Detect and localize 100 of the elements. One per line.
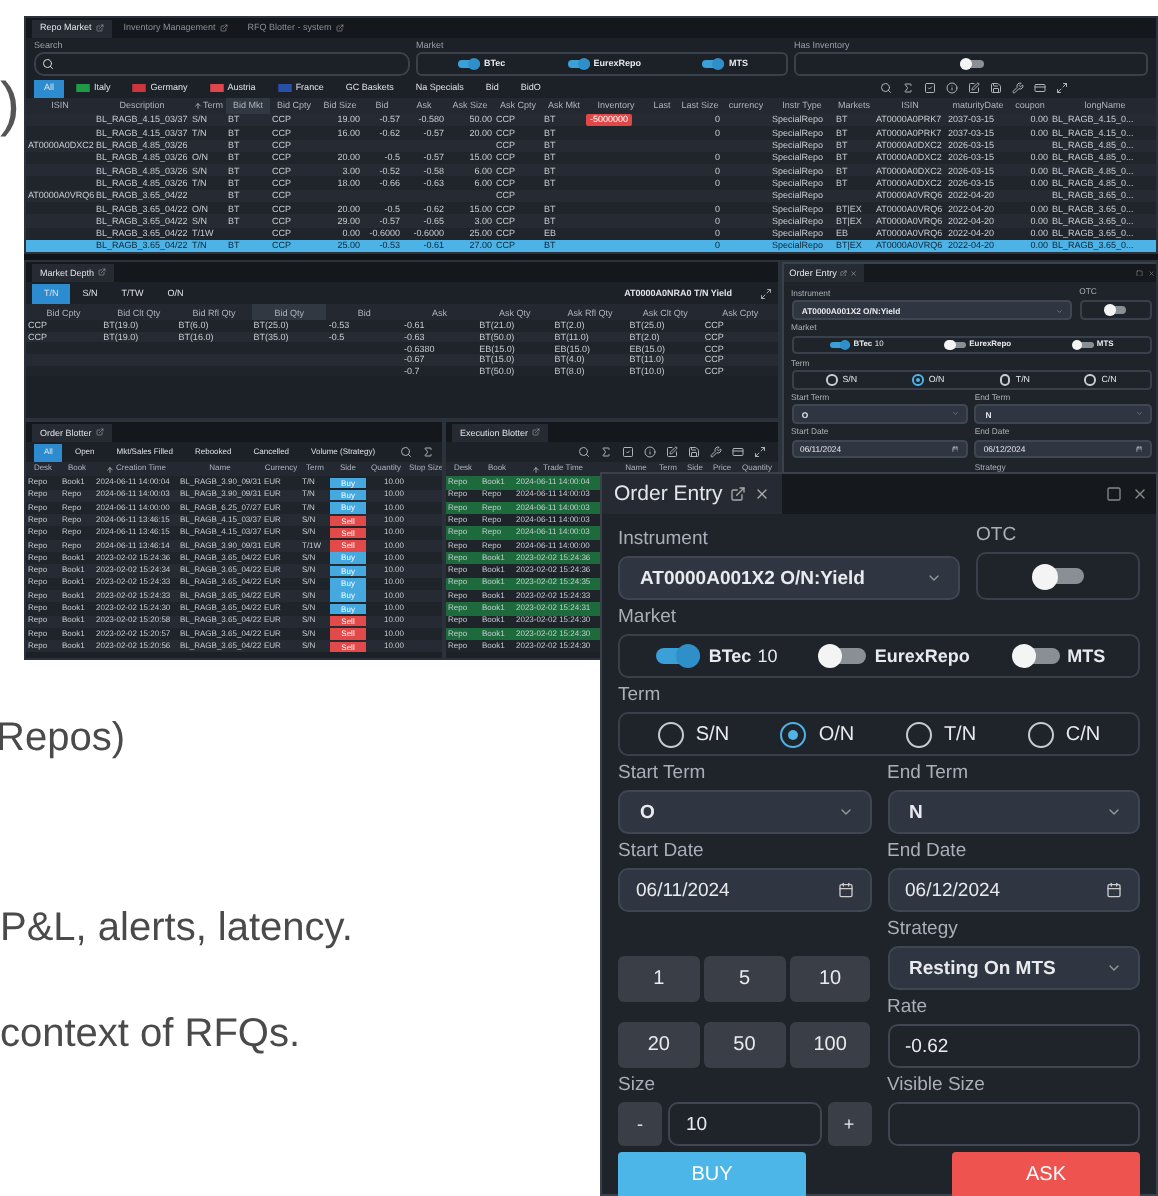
page-text: context of RFQs. xyxy=(0,1012,301,1058)
caret-icon xyxy=(1106,960,1122,976)
pop-out-icon[interactable] xyxy=(98,268,107,277)
card-icon[interactable] xyxy=(732,446,744,459)
wrench-icon[interactable] xyxy=(710,446,722,459)
field-label: Strategy xyxy=(887,918,958,940)
save-icon[interactable] xyxy=(990,82,1002,94)
radio-button[interactable] xyxy=(911,374,924,386)
toggle-switch[interactable] xyxy=(944,339,966,351)
radio-label: O/N xyxy=(818,723,855,745)
field-label: Rate xyxy=(887,996,928,1018)
caret-icon xyxy=(1106,804,1122,820)
radio-label: C/N xyxy=(1065,723,1101,745)
edit-icon[interactable] xyxy=(968,82,980,94)
info-icon[interactable] xyxy=(644,446,656,459)
radio-button[interactable] xyxy=(999,374,1011,386)
decrement-button[interactable]: - xyxy=(618,1102,662,1146)
sigma-icon[interactable] xyxy=(422,446,434,459)
panel-tab[interactable]: Order Entry xyxy=(602,474,783,514)
sort-arrow-icon xyxy=(532,465,541,474)
field-label: Instrument xyxy=(618,528,708,550)
quick-size-button[interactable]: 20 xyxy=(618,1022,700,1068)
toggle-switch[interactable] xyxy=(700,58,725,71)
strategy-select[interactable]: Resting On MTS xyxy=(887,946,1140,990)
quick-size-button[interactable]: 1 xyxy=(618,956,700,1002)
field-label: Start Term xyxy=(618,762,706,784)
radio-button[interactable] xyxy=(1084,374,1097,386)
end-term-select[interactable]: N xyxy=(887,790,1140,834)
checkbox-icon[interactable] xyxy=(622,446,634,459)
toggle-switch[interactable] xyxy=(652,644,701,668)
radio-button[interactable] xyxy=(905,721,932,747)
instrument-select[interactable]: AT0000A001X2 O/N:Yield xyxy=(618,556,960,600)
toggle-switch[interactable] xyxy=(959,58,983,71)
toggle-switch[interactable] xyxy=(1032,563,1084,589)
pop-out-icon[interactable] xyxy=(219,24,228,32)
toggle-switch[interactable] xyxy=(456,58,480,71)
search-icon[interactable] xyxy=(400,446,412,459)
radio-button[interactable] xyxy=(1027,721,1054,747)
field-label: End Term xyxy=(887,762,968,784)
search-field[interactable] xyxy=(34,52,410,76)
info-icon[interactable] xyxy=(946,82,958,94)
search-icon[interactable] xyxy=(880,82,892,94)
toggle-switch[interactable] xyxy=(828,339,850,351)
page-text: P&L, alerts, latency. xyxy=(0,906,353,952)
field-label: Market xyxy=(618,606,677,628)
quick-size-button[interactable]: 10 xyxy=(789,956,871,1002)
visible-size-field[interactable] xyxy=(887,1102,1140,1146)
toggle-switch[interactable] xyxy=(1072,339,1094,351)
save-icon[interactable] xyxy=(688,446,700,459)
sigma-icon[interactable] xyxy=(600,446,612,459)
quick-size-button[interactable]: 50 xyxy=(703,1022,786,1068)
pop-out-icon[interactable] xyxy=(95,428,104,437)
page-text: ) xyxy=(0,76,22,136)
toggle-switch[interactable] xyxy=(818,644,867,668)
toggle-label: EurexRepo xyxy=(874,646,970,666)
radio-label: S/N xyxy=(695,723,730,745)
close-icon[interactable] xyxy=(754,486,771,502)
field-label: Term xyxy=(618,684,661,706)
page-text: Repos) xyxy=(0,716,125,762)
sigma-icon[interactable] xyxy=(902,82,914,94)
radio-button[interactable] xyxy=(780,721,807,747)
card-icon[interactable] xyxy=(1034,82,1046,94)
calendar-icon[interactable] xyxy=(1106,882,1122,898)
radio-label: T/N xyxy=(943,723,977,745)
wrench-icon[interactable] xyxy=(1012,82,1024,94)
pop-out-icon[interactable] xyxy=(335,24,344,32)
start-date-field[interactable]: 06/11/2024 xyxy=(618,868,871,912)
toggle-label: MTS xyxy=(1067,646,1106,666)
quick-size-button[interactable]: 5 xyxy=(703,956,786,1002)
sort-arrow-icon xyxy=(106,465,115,474)
toggle-switch[interactable] xyxy=(1103,303,1127,316)
search-icon xyxy=(42,58,54,71)
increment-button[interactable]: + xyxy=(827,1102,871,1146)
size-field[interactable]: 10 xyxy=(668,1102,821,1146)
close-icon[interactable] xyxy=(1132,486,1148,502)
radio-button[interactable] xyxy=(825,374,838,386)
rate-field[interactable]: -0.62 xyxy=(887,1024,1140,1068)
field-label: Size xyxy=(618,1074,655,1096)
toggle-label: BTec xyxy=(708,646,752,666)
search-icon[interactable] xyxy=(578,446,590,459)
sort-arrow-icon xyxy=(193,102,201,110)
toggle-switch[interactable] xyxy=(1011,644,1060,668)
toggle-switch[interactable] xyxy=(565,58,590,71)
start-term-select[interactable]: O xyxy=(618,790,871,834)
edit-icon[interactable] xyxy=(666,446,678,459)
caret-icon xyxy=(926,570,942,586)
quick-size-button[interactable]: 100 xyxy=(789,1022,871,1068)
field-label: End Date xyxy=(887,840,967,862)
radio-button[interactable] xyxy=(657,721,684,747)
field-label: Start Date xyxy=(618,840,704,862)
caret-icon xyxy=(837,804,853,820)
end-date-field[interactable]: 06/12/2024 xyxy=(887,868,1140,912)
pop-out-icon[interactable] xyxy=(95,24,104,32)
checkbox-icon[interactable] xyxy=(924,82,936,94)
calendar-icon[interactable] xyxy=(837,882,853,898)
pop-out-icon[interactable] xyxy=(730,486,747,502)
maximize-icon[interactable] xyxy=(1106,486,1122,502)
pop-out-icon[interactable] xyxy=(532,428,541,437)
field-label: OTC xyxy=(976,524,1017,546)
field-label: Visible Size xyxy=(887,1074,985,1096)
